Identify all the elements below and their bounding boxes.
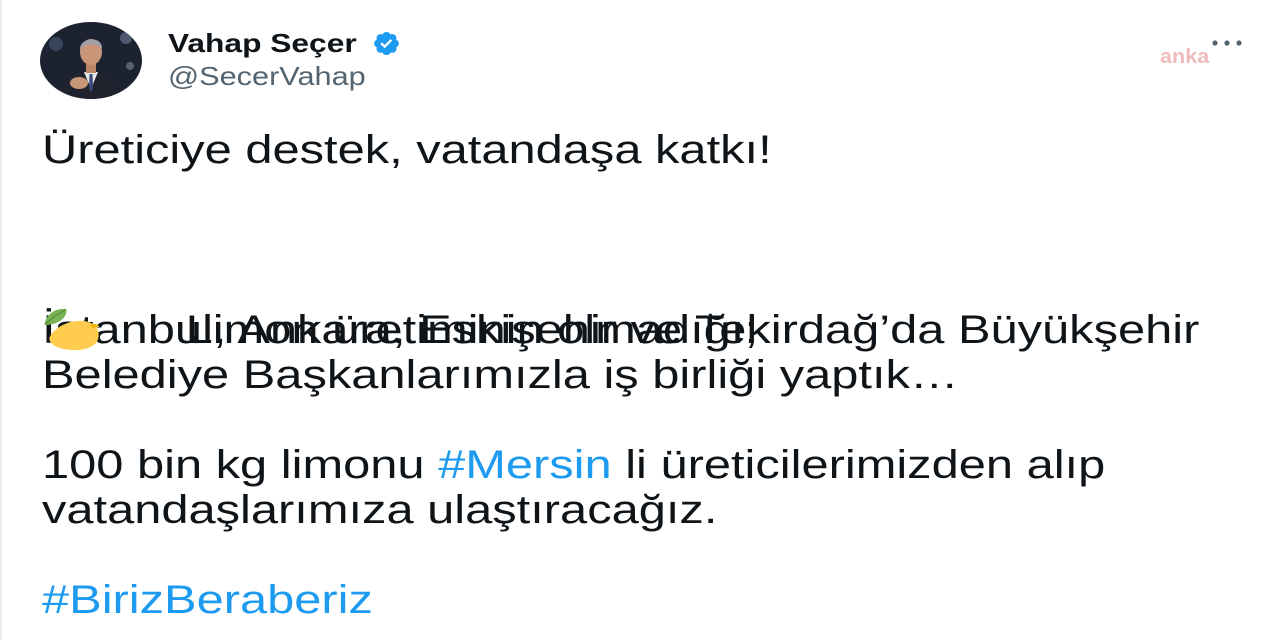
lemon-emoji-icon bbox=[42, 215, 102, 351]
tweet-line-closing: #BirizBeraberiz bbox=[42, 578, 1199, 623]
tweet-text: Üreticiye destek, vatandaşa katkı! Limon… bbox=[42, 128, 1199, 623]
tweet-line-lemon: Limon üretiminin olmadığı; bbox=[42, 215, 1199, 352]
author-name[interactable]: Vahap Seçer bbox=[168, 28, 357, 58]
more-icon[interactable] bbox=[1210, 37, 1244, 49]
watermark-logo: anka bbox=[1160, 46, 1210, 68]
avatar[interactable] bbox=[40, 22, 142, 99]
hashtag-birizberaberiz-link[interactable]: #BirizBeraberiz bbox=[42, 578, 373, 622]
tweet-line-purchase-1: 100 bin kg limonu #Mersin li üreticileri… bbox=[42, 443, 1199, 488]
tweet-line-intro: Üreticiye destek, vatandaşa katkı! bbox=[42, 128, 772, 172]
avatar-image bbox=[40, 22, 142, 99]
tweet-card: Vahap Seçer @SecerVahap anka Üreticiye d… bbox=[0, 0, 1280, 640]
lemon-line-text: Limon üretiminin olmadığı; bbox=[185, 308, 758, 352]
purchase-text-before: 100 bin kg limonu bbox=[42, 443, 439, 487]
purchase-text-after: li üreticilerimizden alıp bbox=[611, 443, 1106, 487]
verified-badge-icon bbox=[372, 30, 401, 57]
tweet-line-cities-2: Belediye Başkanlarımızla iş birliği yapt… bbox=[42, 353, 959, 397]
author-handle[interactable]: @SecerVahap bbox=[168, 61, 366, 91]
hashtag-mersin-link[interactable]: #Mersin bbox=[438, 443, 612, 487]
tweet-line-purchase-2: vatandaşlarımıza ulaştıracağız. bbox=[42, 488, 718, 532]
